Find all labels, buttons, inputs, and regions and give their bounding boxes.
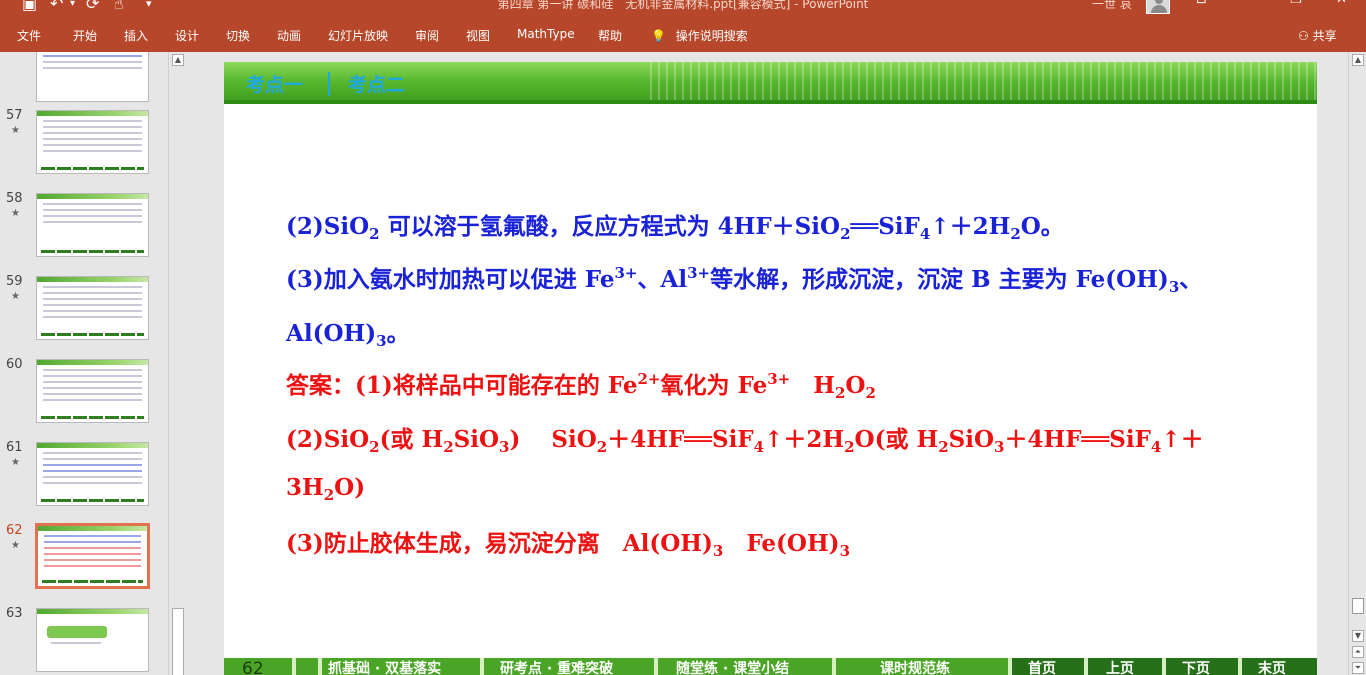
slide-thumbnail[interactable] <box>36 110 149 174</box>
previous-slide-icon[interactable]: ⏶ <box>1352 646 1364 658</box>
next-slide-icon[interactable]: ⏷ <box>1352 662 1364 674</box>
tell-me-label: 操作说明搜索 <box>675 29 748 43</box>
slide-thumbnail[interactable] <box>36 276 149 340</box>
avatar[interactable] <box>1146 0 1170 14</box>
header-divider <box>328 72 330 96</box>
scroll-down-icon[interactable]: ▼ <box>1352 630 1364 642</box>
text-line-1: (2)SiO2 可以溶于氢氟酸，反应方程式为 4HF＋SiO2══SiF4↑＋2… <box>286 213 1064 243</box>
text-line-3: Al(OH)3。 <box>286 320 410 350</box>
thumbnail-pane: 57 ★ 58 ★ 59 ★ 60 61 ★ 62 ★ 63 <box>0 52 186 675</box>
slide-thumbnail[interactable] <box>36 608 149 672</box>
ribbon-display-icon[interactable]: ⊡ <box>1196 0 1207 7</box>
slide-number: 61 <box>6 440 23 455</box>
minimize-icon[interactable]: — <box>1244 0 1257 7</box>
tab-transitions[interactable]: 切换 <box>226 27 250 44</box>
animation-star-icon: ★ <box>11 208 20 219</box>
scroll-up-icon[interactable]: ▲ <box>172 54 184 66</box>
answer-line-3: 3H2O) <box>286 474 366 504</box>
scroll-thumb[interactable] <box>172 608 184 675</box>
tab-file[interactable]: 文件 <box>17 27 41 44</box>
tell-me-search[interactable]: 💡 操作说明搜索 <box>651 27 748 44</box>
tab-review[interactable]: 审阅 <box>415 27 439 44</box>
animation-star-icon: ★ <box>11 125 20 136</box>
slide-thumbnail[interactable] <box>36 359 149 423</box>
title-bar: ▣ ↶ ▾ ⟳ ☝ ▾ 第四章 第一讲 碳和硅 无机非金属材料.ppt[兼容模式… <box>0 0 1366 52</box>
slide-number: 59 <box>6 274 23 289</box>
slide-thumbnail[interactable] <box>36 193 149 257</box>
nav-link-exercises[interactable]: 课时规范练 <box>880 658 950 675</box>
answer-line-2: (2)SiO2(或 H2SiO3) SiO2＋4HF══SiF4↑＋2H2O(或… <box>286 426 1204 456</box>
previous-page-button[interactable]: 上页 <box>1106 658 1134 675</box>
slide-number: 60 <box>6 357 23 372</box>
animation-star-icon: ★ <box>11 291 20 302</box>
tab-help[interactable]: 帮助 <box>598 27 622 44</box>
tab-home[interactable]: 开始 <box>73 27 97 44</box>
tab-insert[interactable]: 插入 <box>124 27 148 44</box>
nav-link-key-points[interactable]: 研考点 · 重难突破 <box>500 658 613 675</box>
slide-header-bar: 考点一 考点二 <box>224 62 1317 104</box>
tab-design[interactable]: 设计 <box>175 27 199 44</box>
nav-link-practice[interactable]: 随堂练 · 课堂小结 <box>676 658 789 675</box>
lightbulb-icon: 💡 <box>651 29 666 43</box>
first-page-button[interactable]: 首页 <box>1028 658 1056 675</box>
text-line-2: (3)加入氨水时加热可以促进 Fe3+、Al3+等水解，形成沉淀，沉淀 B 主要… <box>286 264 1203 296</box>
share-label: 共享 <box>1312 29 1337 43</box>
answer-line-1: 答案：(1)将样品中可能存在的 Fe2+氧化为 Fe3+ H2O2 <box>286 370 876 402</box>
animation-star-icon: ★ <box>11 457 20 468</box>
next-page-button[interactable]: 下页 <box>1182 658 1210 675</box>
last-page-button[interactable]: 末页 <box>1258 658 1286 675</box>
slide-number: 63 <box>6 606 23 621</box>
slide-number: 62 <box>6 523 23 538</box>
header-tab-topic-2[interactable]: 考点二 <box>348 70 405 97</box>
scroll-up-icon[interactable]: ▲ <box>1352 54 1364 66</box>
user-name[interactable]: 一世 哀 <box>1092 0 1132 12</box>
slide-thumbnail[interactable] <box>36 442 149 506</box>
tab-mathtype[interactable]: MathType <box>517 27 575 41</box>
slide-footer-nav: 62 抓基础 · 双基落实 研考点 · 重难突破 随堂练 · 课堂小结 课时规范… <box>224 658 1317 675</box>
close-icon[interactable]: ✕ <box>1336 0 1347 7</box>
tab-view[interactable]: 视图 <box>466 27 490 44</box>
slide-scrollbar[interactable]: ▲ ▼ ⏶ ⏷ <box>1348 52 1366 675</box>
tab-animations[interactable]: 动画 <box>277 27 301 44</box>
slide-number-label: 62 <box>242 659 264 675</box>
slide-thumbnail[interactable] <box>36 52 149 102</box>
header-tab-topic-1[interactable]: 考点一 <box>246 70 303 97</box>
animation-star-icon: ★ <box>11 540 20 551</box>
slide-thumbnail-selected[interactable] <box>35 523 150 589</box>
scroll-thumb[interactable] <box>1352 598 1364 614</box>
nav-link-basics[interactable]: 抓基础 · 双基落实 <box>328 658 441 675</box>
tab-slideshow[interactable]: 幻灯片放映 <box>328 27 388 44</box>
thumbnail-scrollbar[interactable]: ▲ <box>168 52 186 675</box>
slide-number: 57 <box>6 108 23 123</box>
restore-icon[interactable]: ❐ <box>1290 0 1302 7</box>
slide-canvas[interactable]: 考点一 考点二 (2)SiO2 可以溶于氢氟酸，反应方程式为 4HF＋SiO2═… <box>224 62 1317 675</box>
answer-line-4: (3)防止胶体生成，易沉淀分离 Al(OH)3 Fe(OH)3 <box>286 530 851 560</box>
slide-number: 58 <box>6 191 23 206</box>
share-button[interactable]: ⚇ 共享 <box>1298 27 1337 44</box>
person-icon: ⚇ <box>1298 29 1309 43</box>
